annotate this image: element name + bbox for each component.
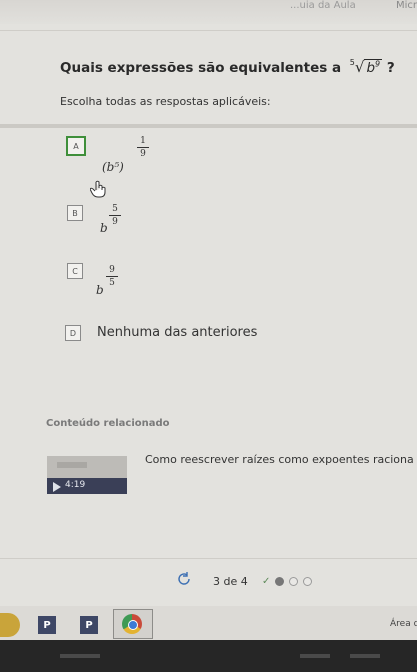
- video-thumbnail[interactable]: 4:19: [47, 456, 127, 494]
- radical-sign: √: [354, 58, 365, 76]
- taskbar-powerpoint-icon[interactable]: P: [38, 616, 56, 634]
- screen-bezel: [0, 640, 417, 672]
- option-c-denominator: 5: [109, 278, 115, 288]
- option-c-numerator: 9: [109, 265, 115, 275]
- question-progress: 3 de 4: [213, 575, 248, 588]
- radicand-exponent: 9: [375, 59, 381, 69]
- option-b-numerator: 5: [112, 204, 118, 214]
- refresh-icon[interactable]: [176, 571, 192, 587]
- option-c-exponent: 9 5: [106, 265, 118, 288]
- radical-expression: 5√ b9: [349, 58, 383, 76]
- option-a-denominator: 9: [140, 149, 146, 159]
- option-b-checkbox[interactable]: B: [67, 205, 83, 221]
- option-d-checkbox[interactable]: D: [65, 325, 81, 341]
- top-divider: [0, 30, 417, 31]
- option-c-base: b: [96, 283, 104, 297]
- footer-divider: [0, 558, 417, 559]
- question-prompt: Quais expressões são equivalentes a: [60, 60, 342, 76]
- radicand: b9: [364, 59, 383, 76]
- taskbar: [0, 606, 417, 640]
- radical-index: 5: [349, 58, 355, 67]
- option-b[interactable]: B: [67, 205, 83, 221]
- progress-dot: [289, 577, 299, 586]
- bezel-mark: [350, 654, 380, 658]
- option-b-denominator: 9: [112, 217, 118, 227]
- progress-dot: [303, 577, 313, 586]
- browser-tab-micro[interactable]: Micr: [396, 0, 417, 11]
- related-content-title: Conteúdo relacionado: [46, 418, 170, 429]
- option-c-checkbox[interactable]: C: [67, 263, 83, 279]
- instruction-text: Escolha todas as respostas aplicáveis:: [60, 95, 271, 108]
- related-video-link[interactable]: Como reescrever raízes como expoentes ra…: [145, 453, 414, 466]
- bezel-mark: [300, 654, 330, 658]
- option-b-base: b: [100, 221, 108, 235]
- browser-top-bar: ...uia da Aula Micr: [0, 0, 417, 24]
- option-b-exponent: 5 9: [109, 204, 121, 227]
- option-d-label: Nenhuma das anteriores: [97, 325, 258, 340]
- option-a-checkbox[interactable]: A: [66, 136, 86, 156]
- taskbar-chrome-icon[interactable]: [113, 609, 153, 639]
- progress-dots: ✓: [262, 576, 313, 587]
- browser-tab-title[interactable]: ...uia da Aula: [290, 0, 356, 11]
- option-a-numerator: 1: [140, 136, 146, 146]
- section-divider: [0, 124, 417, 128]
- option-a-base: (b⁵): [102, 160, 124, 174]
- progress-dot-current: [275, 577, 285, 586]
- radicand-base: b: [366, 60, 376, 76]
- thumbnail-preview: [57, 462, 87, 468]
- video-duration: 4:19: [65, 480, 86, 490]
- question-mark: ?: [386, 60, 395, 76]
- option-a[interactable]: A: [66, 136, 86, 156]
- bezel-mark: [60, 654, 100, 658]
- option-c[interactable]: C: [67, 263, 83, 279]
- check-icon: ✓: [262, 576, 271, 587]
- option-d[interactable]: D: [65, 325, 81, 341]
- option-a-exponent: 1 9: [137, 136, 149, 159]
- chrome-core: [128, 620, 138, 630]
- question-text: Quais expressões são equivalentes a 5√ b9…: [60, 58, 395, 76]
- taskbar-powerpoint-icon-2[interactable]: P: [80, 616, 98, 634]
- play-icon[interactable]: [53, 482, 61, 492]
- hand-cursor-icon: [90, 180, 106, 198]
- taskbar-area-text: Área d: [390, 619, 417, 629]
